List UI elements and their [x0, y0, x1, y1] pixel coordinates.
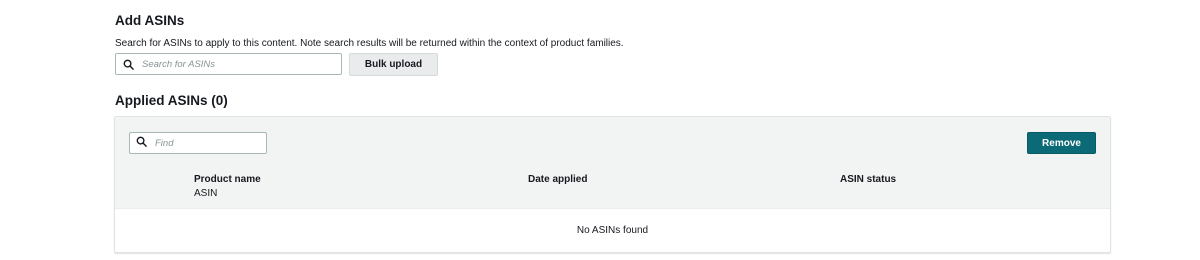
column-header-asin-status[interactable]: ASIN status [840, 174, 896, 185]
remove-button[interactable]: Remove [1027, 132, 1096, 154]
find-input[interactable] [155, 137, 255, 149]
column-subheader-asin: ASIN [194, 188, 218, 199]
applied-asins-table: Remove Product name ASIN Date applied AS… [114, 116, 1111, 253]
bulk-upload-button[interactable]: Bulk upload [349, 53, 438, 76]
search-icon [122, 58, 134, 70]
table-header: Remove Product name ASIN Date applied AS… [115, 117, 1110, 209]
asin-search-input[interactable] [142, 58, 322, 70]
asin-search-field[interactable] [115, 53, 342, 75]
find-field[interactable] [129, 132, 267, 154]
add-asins-title: Add ASINs [115, 13, 185, 28]
column-header-product-name[interactable]: Product name [194, 174, 261, 185]
search-icon [136, 134, 147, 152]
column-header-date-applied[interactable]: Date applied [528, 174, 587, 185]
add-asins-description: Search for ASINs to apply to this conten… [115, 38, 624, 49]
applied-asins-title: Applied ASINs (0) [115, 93, 228, 108]
empty-state-message: No ASINs found [576, 225, 649, 236]
